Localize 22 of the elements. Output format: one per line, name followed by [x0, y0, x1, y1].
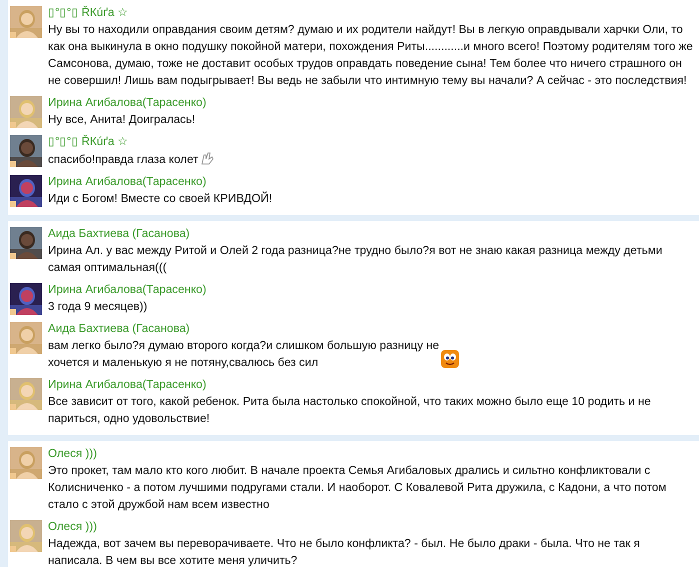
comment-text: 3 года 9 месяцев)) [48, 299, 148, 315]
comment-text: Все зависит от того, какой ребенок. Рита была настолько спокойной, что таких можно было еще 10 родить и не париться, одно удовольствие! [48, 394, 652, 427]
author-link[interactable]: ▯°▯°▯ ŘКúґа ☆ [48, 134, 129, 150]
smiley-icon [440, 349, 460, 369]
comment-text: вам легко было?я думаю второго когда?и слишком большую разницу не хочется и маленькую я не потяну,свалюсь без сил [48, 338, 440, 371]
comment-text: Иди с Богом! Вместе со своей КРИВДОЙ! [48, 190, 272, 207]
comment-text: Ну все, Анита! Доигралась! [48, 112, 196, 128]
author-link[interactable]: Ирина Агибалова(Тарасенко) [48, 377, 206, 393]
comment-text: Ну вы то находили оправдания своим детям? думаю и их родители найдут! Вы в легкую оправдывали харчки Оли, то как она выкинула в окно подушку покойной матери, похождения Риты............и много всего! Поэтому родителям того же Самсонова, думаю, тоже не доставит особых трудов оправдать поведение сына! Тем более что ничего страшного он не совершил! Лишь вам подыгрывает! Вы ведь не забыли что интимную тему вы начали? А сейчас - это последствия! [48, 22, 693, 89]
author-link[interactable]: Ирина Агибалова(Тарасенко) [48, 95, 206, 111]
comment-text: спасибо!правда глаза колет [48, 152, 198, 168]
author-link[interactable]: Ирина Агибалова(Тарасенко) [48, 174, 206, 190]
author-link[interactable]: Олеся ))) [48, 446, 97, 462]
author-link[interactable]: Олеся ))) [48, 519, 97, 535]
comment-text: Ирина Ал. у вас между Ритой и Олей 2 года разница?не трудно было?я вот не знаю какая разница между детьми самая оптимальная((( [48, 243, 664, 276]
author-link[interactable]: Аида Бахтиева (Гасанова) [48, 226, 190, 242]
comment-text: Надежда, вот зачем вы переворачиваете. Что не было конфликта? - был. Не было драки - была. Что не так я написала. В чем вы все хотите меня уличить? [48, 536, 641, 567]
comment-text: Это прокет, там мало кто кого любит. В начале проекта Семья Агибаловых дрались и сильтно конфликтовали с Колисниченко - а потом лучшими подругами стали. И наоборот. С Ковалевой Рита дружила, с Кадони, а что потом стало с этой дружбой нам всем известно [48, 463, 668, 513]
hand-icon [199, 150, 216, 166]
author-link[interactable]: Аида Бахтиева (Гасанова) [48, 321, 190, 337]
author-link[interactable]: Ирина Агибалова(Тарасенко) [48, 282, 206, 298]
author-link[interactable]: ▯°▯°▯ ŘКúґа ☆ [48, 5, 129, 21]
